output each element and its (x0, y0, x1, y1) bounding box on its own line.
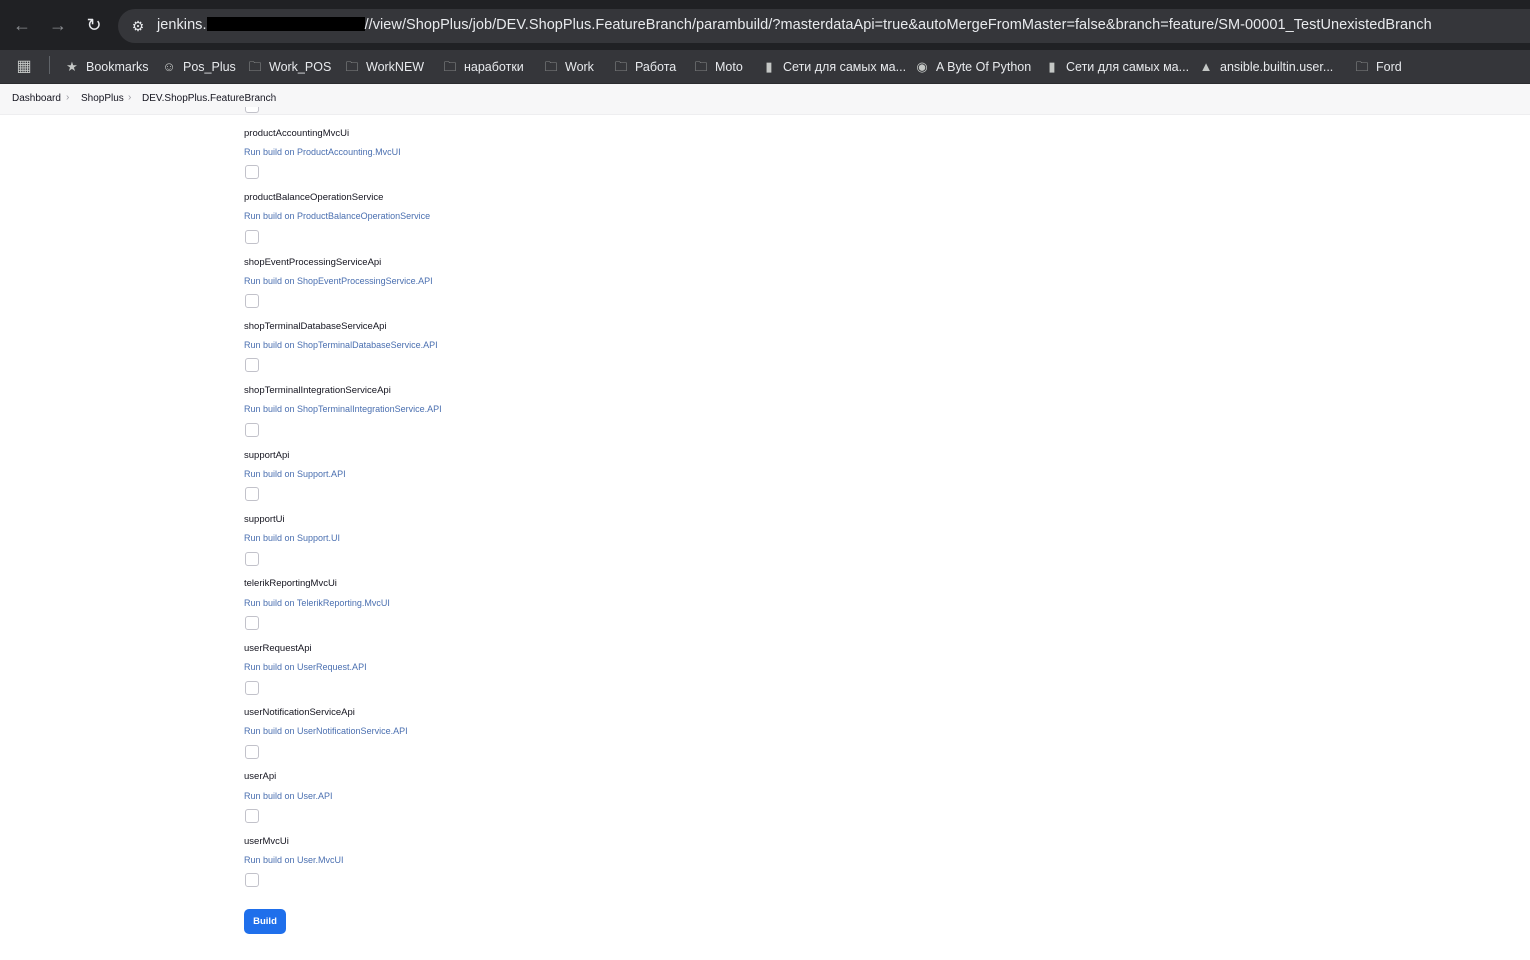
param-description: Run build on UserNotificationService.API (244, 726, 408, 736)
bookmark-label: наработки (464, 60, 524, 74)
param-description: Run build on User.MvcUI (244, 855, 344, 865)
previous-param-checkbox[interactable] (245, 107, 259, 113)
back-icon[interactable]: ← (10, 13, 34, 37)
param-checkbox[interactable] (245, 358, 259, 372)
param-description: Run build on ShopTerminalDatabaseService… (244, 340, 438, 350)
url-text[interactable]: jenkins. //view/ShopPlus/job/DEV.ShopPlus… (157, 17, 1432, 33)
folder-icon: 🗀 (544, 59, 558, 74)
bookmark-ansible[interactable]: ▲ ansible.builtin.user... (1198, 54, 1334, 87)
folder-icon: 🗀 (345, 59, 359, 74)
breadcrumb-job[interactable]: DEV.ShopPlus.FeatureBranch (142, 93, 276, 104)
avatar-icon: ☺ (162, 59, 176, 74)
param-description: Run build on ProductAccounting.MvcUI (244, 147, 401, 157)
globe-icon: ◉ (916, 59, 928, 74)
bookmark-pos-plus[interactable]: ☺ Pos_Plus (161, 54, 236, 87)
page-icon: ▮ (1048, 59, 1056, 74)
bookmark-moto[interactable]: 🗀 Moto (693, 54, 743, 87)
bookmark-label: ansible.builtin.user... (1220, 60, 1334, 74)
param-description: Run build on ShopTerminalIntegrationServ… (244, 404, 442, 414)
bookmark-worknew[interactable]: 🗀 WorkNEW (344, 54, 424, 87)
ansible-icon: ▲ (1199, 59, 1213, 74)
param-description: Run build on Support.UI (244, 533, 341, 543)
param-name: supportUi (244, 514, 285, 525)
param-checkbox[interactable] (245, 230, 259, 244)
param-name: supportApi (244, 450, 290, 461)
param-name: productAccountingMvcUi (244, 128, 350, 139)
param-checkbox[interactable] (245, 487, 259, 501)
breadcrumb-shopplus[interactable]: ShopPlus (81, 93, 124, 104)
page-icon: ▮ (765, 59, 773, 74)
bookmark-label: WorkNEW (366, 60, 425, 74)
bookmark-label: Pos_Plus (183, 60, 236, 74)
folder-icon: 🗀 (1355, 59, 1369, 74)
bookmark-rabota[interactable]: 🗀 Работа (613, 54, 676, 87)
bookmark-work[interactable]: 🗀 Work (543, 54, 594, 87)
chevron-right-icon: › (128, 92, 132, 103)
bookmark-work-pos[interactable]: 🗀 Work_POS (247, 54, 331, 87)
bookmark-ford[interactable]: 🗀 Ford (1354, 54, 1402, 87)
folder-icon: 🗀 (443, 59, 457, 74)
bookmark-label: Сети для самых ма... (783, 60, 907, 74)
param-name: userMvcUi (244, 836, 289, 847)
param-name: userApi (244, 771, 277, 782)
param-name: shopEventProcessingServiceApi (244, 257, 382, 268)
param-name: productBalanceOperationService (244, 192, 384, 203)
param-checkbox[interactable] (245, 423, 259, 437)
bookmark-label: Ford (1376, 60, 1402, 74)
param-checkbox[interactable] (245, 873, 259, 887)
param-checkbox[interactable] (245, 681, 259, 695)
folder-icon: 🗀 (248, 59, 262, 74)
apps-icon[interactable]: ▦ (16, 54, 38, 87)
param-checkbox[interactable] (245, 616, 259, 630)
param-checkbox[interactable] (245, 809, 259, 823)
bookmark-byte-of-python[interactable]: ◉ A Byte Of Python (914, 54, 1031, 87)
bookmark-bookmarks[interactable]: ★ Bookmarks (64, 54, 149, 87)
reload-icon[interactable]: ↻ (82, 13, 106, 37)
param-name: shopTerminalDatabaseServiceApi (244, 321, 387, 332)
browser-toolbar: ← → ↻ ⚙ jenkins. //view/ShopPlus/job/DEV.… (0, 0, 1530, 50)
bookmark-label: Work_POS (269, 60, 332, 74)
bookmark-label: Работа (635, 60, 677, 74)
param-description: Run build on UserRequest.API (244, 662, 367, 672)
bookmark-divider (49, 56, 50, 74)
bookmark-narabotki[interactable]: 🗀 наработки (442, 54, 524, 87)
param-checkbox[interactable] (245, 745, 259, 759)
param-description: Run build on Support.API (244, 469, 346, 479)
bookmark-label: Moto (715, 60, 743, 74)
chevron-right-icon: › (270, 92, 274, 103)
param-checkbox[interactable] (245, 294, 259, 308)
param-name: shopTerminalIntegrationServiceApi (244, 385, 391, 396)
param-checkbox[interactable] (245, 165, 259, 179)
folder-icon: 🗀 (614, 59, 628, 74)
chevron-right-icon: › (66, 92, 70, 103)
param-name: telerikReportingMvcUi (244, 578, 337, 589)
bookmark-label: Bookmarks (86, 60, 149, 74)
param-description: Run build on User.API (244, 791, 333, 801)
bookmark-seti-1[interactable]: ▮ Сети для самых ма... (761, 54, 906, 87)
star-icon: ★ (66, 59, 78, 74)
breadcrumb-dashboard[interactable]: Dashboard (12, 93, 61, 104)
param-description: Run build on ShopEventProcessingService.… (244, 276, 433, 286)
param-description: Run build on ProductBalanceOperationServ… (244, 211, 431, 221)
param-checkbox[interactable] (245, 552, 259, 566)
forward-icon[interactable]: → (46, 13, 70, 37)
param-name: userNotificationServiceApi (244, 707, 355, 718)
redaction-bar (206, 17, 365, 31)
param-name: userRequestApi (244, 643, 312, 654)
breadcrumb: Dashboard › ShopPlus › DEV.ShopPlus.Feat… (0, 84, 1530, 115)
param-description: Run build on TelerikReporting.MvcUI (244, 598, 390, 608)
bookmark-seti-2[interactable]: ▮ Сети для самых ма... (1044, 54, 1189, 87)
bookmark-label: Сети для самых ма... (1066, 60, 1190, 74)
bookmark-label: A Byte Of Python (936, 60, 1032, 74)
site-info-icon[interactable]: ⚙ (128, 16, 148, 36)
url-path: //view/ShopPlus/job/DEV.ShopPlus.Feature… (364, 17, 1432, 33)
url-host: jenkins. (157, 17, 207, 33)
bookmarks-bar: ▦ ★ Bookmarks ☺ Pos_Plus 🗀 Work_POS 🗀 WorkNE… (0, 50, 1530, 84)
address-bar[interactable]: ⚙ jenkins. //view/ShopPlus/job/DEV.ShopPl… (118, 9, 1530, 43)
build-button[interactable]: Build (244, 909, 286, 934)
bookmark-label: Work (565, 60, 594, 74)
folder-icon: 🗀 (694, 59, 708, 74)
